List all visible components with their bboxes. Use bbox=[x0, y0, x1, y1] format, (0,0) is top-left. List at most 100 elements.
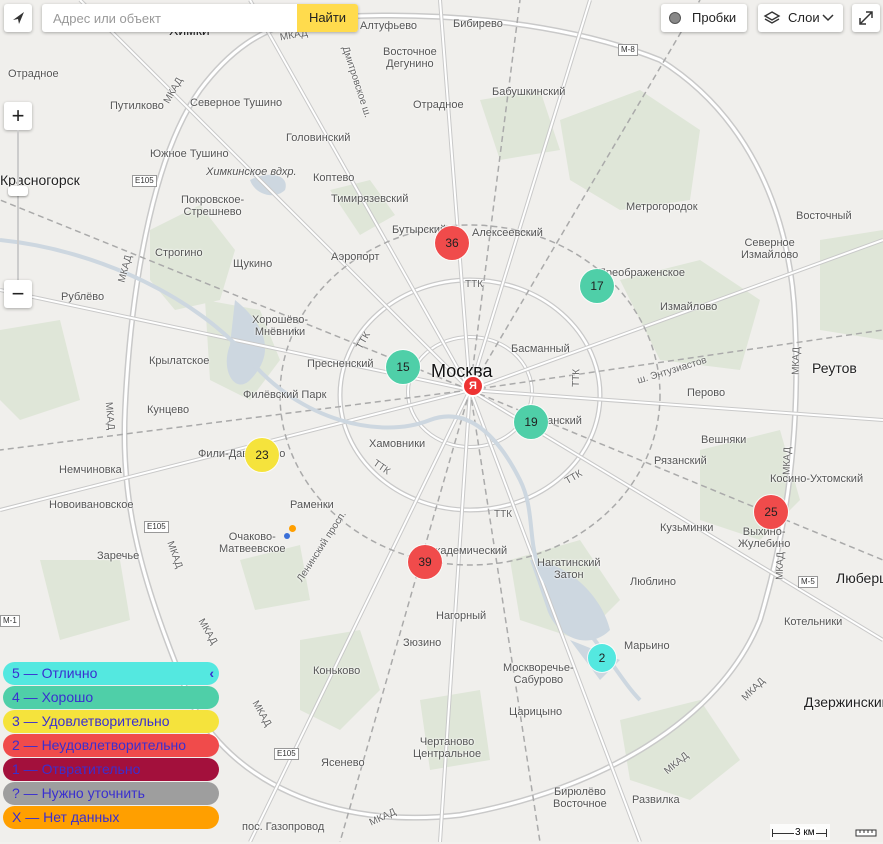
label-zyuzino: Зюзино bbox=[403, 637, 442, 649]
cluster-marker[interactable]: 15 bbox=[386, 350, 420, 384]
label-krylatskoe: Крылатское bbox=[149, 355, 210, 367]
label-lyublino: Люблино bbox=[630, 576, 677, 588]
label-koptevo: Коптево bbox=[313, 172, 355, 184]
label-vostochny: Восточный bbox=[796, 210, 852, 222]
collapse-chevron-icon[interactable]: ‹ bbox=[209, 662, 214, 685]
scale-label: 3 км bbox=[794, 827, 816, 838]
label-kuzminki: Кузьминки bbox=[660, 522, 714, 534]
label-e105: E105 bbox=[132, 175, 157, 187]
point-marker[interactable] bbox=[289, 525, 296, 532]
label-e105: E105 bbox=[144, 521, 169, 533]
zoom-slider-track[interactable] bbox=[17, 130, 19, 280]
legend-item[interactable]: 5 — Отлично ‹ bbox=[3, 662, 219, 685]
ruler-icon[interactable] bbox=[854, 826, 878, 838]
label-babushkinsky: Бабушкинский bbox=[492, 86, 566, 98]
legend-item[interactable]: ? — Нужно уточнить bbox=[3, 782, 219, 805]
geolocation-button[interactable] bbox=[4, 4, 32, 32]
label-lyubertsy: Люберцы bbox=[836, 570, 883, 586]
label-basmanny: Басманный bbox=[511, 343, 570, 355]
label-biryulevo: Бирюлёво Восточное bbox=[553, 786, 607, 810]
label-ochakovo: Очаково- Матвеевское bbox=[219, 531, 286, 555]
point-marker[interactable] bbox=[284, 533, 290, 539]
cluster-marker[interactable]: 17 bbox=[580, 269, 614, 303]
label-dzerzhinsky: Дзержинский bbox=[804, 694, 883, 710]
label-khimki-reservoir: Химкинское вдхр. bbox=[206, 166, 297, 178]
label-sev-tushino: Северное Тушино bbox=[190, 97, 283, 109]
label-gazoprovod: пос. Газопровод bbox=[242, 821, 325, 833]
zoom-slider-handle[interactable] bbox=[8, 186, 28, 196]
legend-item[interactable]: 3 — Удовлетворительно bbox=[3, 710, 219, 733]
label-m1: M-1 bbox=[0, 615, 20, 627]
label-moskvorechye: Москворечье- Сабурово bbox=[503, 662, 574, 686]
label-shchukino: Щукино bbox=[233, 258, 273, 270]
label-maryino: Марьино bbox=[624, 640, 670, 652]
layers-button[interactable]: Слои bbox=[758, 4, 843, 32]
label-otradnoe-2: Отрадное bbox=[413, 99, 464, 111]
label-m8: M-8 bbox=[618, 44, 638, 56]
label-aeroport: Аэропорт bbox=[331, 251, 380, 263]
yandex-marker-icon[interactable]: Я bbox=[462, 375, 484, 397]
label-izmailovo: Измайлово bbox=[660, 301, 718, 313]
label-mkad: МКАД bbox=[102, 401, 117, 431]
label-filevsky-park: Филёвский Парк bbox=[243, 389, 327, 401]
label-moscow: Москва bbox=[431, 361, 493, 381]
label-nagatinsky-zaton: Нагатинский Затон bbox=[537, 557, 601, 581]
label-m5: M-5 bbox=[798, 576, 818, 588]
layers-icon bbox=[763, 11, 781, 24]
legend-item[interactable]: 4 — Хорошо bbox=[3, 686, 219, 709]
label-metrogorodok: Метрогородок bbox=[626, 201, 698, 213]
legend-label: 1 — Отвратительно bbox=[12, 761, 141, 777]
zoom-out-button[interactable]: − bbox=[4, 280, 32, 308]
label-reutov: Реутов bbox=[812, 360, 857, 376]
legend-item[interactable]: X — Нет данных bbox=[3, 806, 219, 829]
label-altufyevo: Алтуфьево bbox=[360, 20, 418, 32]
label-chertanovo: Чертаново Центральное bbox=[413, 736, 482, 760]
search-bar: Найти bbox=[42, 4, 358, 32]
label-krasnogorsk: Красногорск bbox=[0, 172, 80, 188]
legend-label: ? — Нужно уточнить bbox=[12, 785, 145, 801]
cluster-marker[interactable]: 39 bbox=[408, 545, 442, 579]
zoom-in-button[interactable]: + bbox=[4, 102, 32, 130]
label-otradnoe: Отрадное bbox=[8, 68, 59, 80]
legend: 5 — Отлично ‹ 4 — Хорошо 3 — Удовлетвори… bbox=[3, 662, 219, 830]
label-mkad: МКАД bbox=[790, 346, 803, 376]
label-nagorny: Нагорный bbox=[436, 610, 487, 622]
label-bibirevo: Бибирево bbox=[453, 18, 503, 30]
label-mkad: МКАД bbox=[781, 446, 794, 476]
label-vykhino: Выхино- Жулебино bbox=[738, 526, 791, 550]
legend-label: 4 — Хорошо bbox=[12, 689, 94, 705]
fullscreen-button[interactable] bbox=[852, 4, 880, 32]
label-khoroshevo: Хорошёво- Мнёвники bbox=[252, 314, 309, 338]
label-ryazansky: Рязанский bbox=[654, 455, 707, 467]
label-putilkovo: Путилково bbox=[110, 100, 164, 112]
label-pokrovskoe: Покровское- Стрешнево bbox=[181, 194, 245, 218]
label-strogino: Строгино bbox=[155, 247, 203, 259]
cluster-marker[interactable]: 2 bbox=[588, 644, 616, 672]
label-konkovo: Коньково bbox=[313, 665, 361, 677]
traffic-button[interactable]: Пробки bbox=[661, 4, 747, 32]
find-button[interactable]: Найти bbox=[297, 4, 358, 32]
cluster-marker[interactable]: 23 bbox=[245, 438, 279, 472]
search-input[interactable] bbox=[42, 4, 296, 32]
label-kuntsevo: Кунцево bbox=[147, 404, 190, 416]
label-yasenevo: Ясенево bbox=[321, 757, 365, 769]
traffic-label: Пробки bbox=[692, 10, 737, 25]
cluster-marker[interactable]: 25 bbox=[754, 495, 788, 529]
legend-item[interactable]: 2 — Неудовлетворительно bbox=[3, 734, 219, 757]
expand-icon bbox=[859, 11, 873, 25]
legend-item[interactable]: 1 — Отвратительно bbox=[3, 758, 219, 781]
location-arrow-icon bbox=[13, 12, 24, 24]
label-ramenki: Раменки bbox=[290, 499, 334, 511]
traffic-light-icon bbox=[669, 12, 681, 24]
legend-label: 3 — Удовлетворительно bbox=[12, 713, 170, 729]
label-ttk: ТТК bbox=[465, 279, 484, 290]
label-timiryazevsky: Тимирязевский bbox=[331, 193, 409, 205]
label-sev-izmailovo: Северное Измайлово bbox=[741, 237, 799, 261]
label-razvilka: Развилка bbox=[632, 794, 680, 806]
label-rublevo: Рублёво bbox=[61, 291, 105, 303]
layers-label: Слои bbox=[788, 10, 820, 25]
cluster-marker[interactable]: 36 bbox=[435, 226, 469, 260]
cluster-marker[interactable]: 19 bbox=[514, 405, 548, 439]
label-golovinsky: Головинский bbox=[286, 132, 351, 144]
label-vost-degunino: Восточное Дегунино bbox=[383, 46, 437, 70]
